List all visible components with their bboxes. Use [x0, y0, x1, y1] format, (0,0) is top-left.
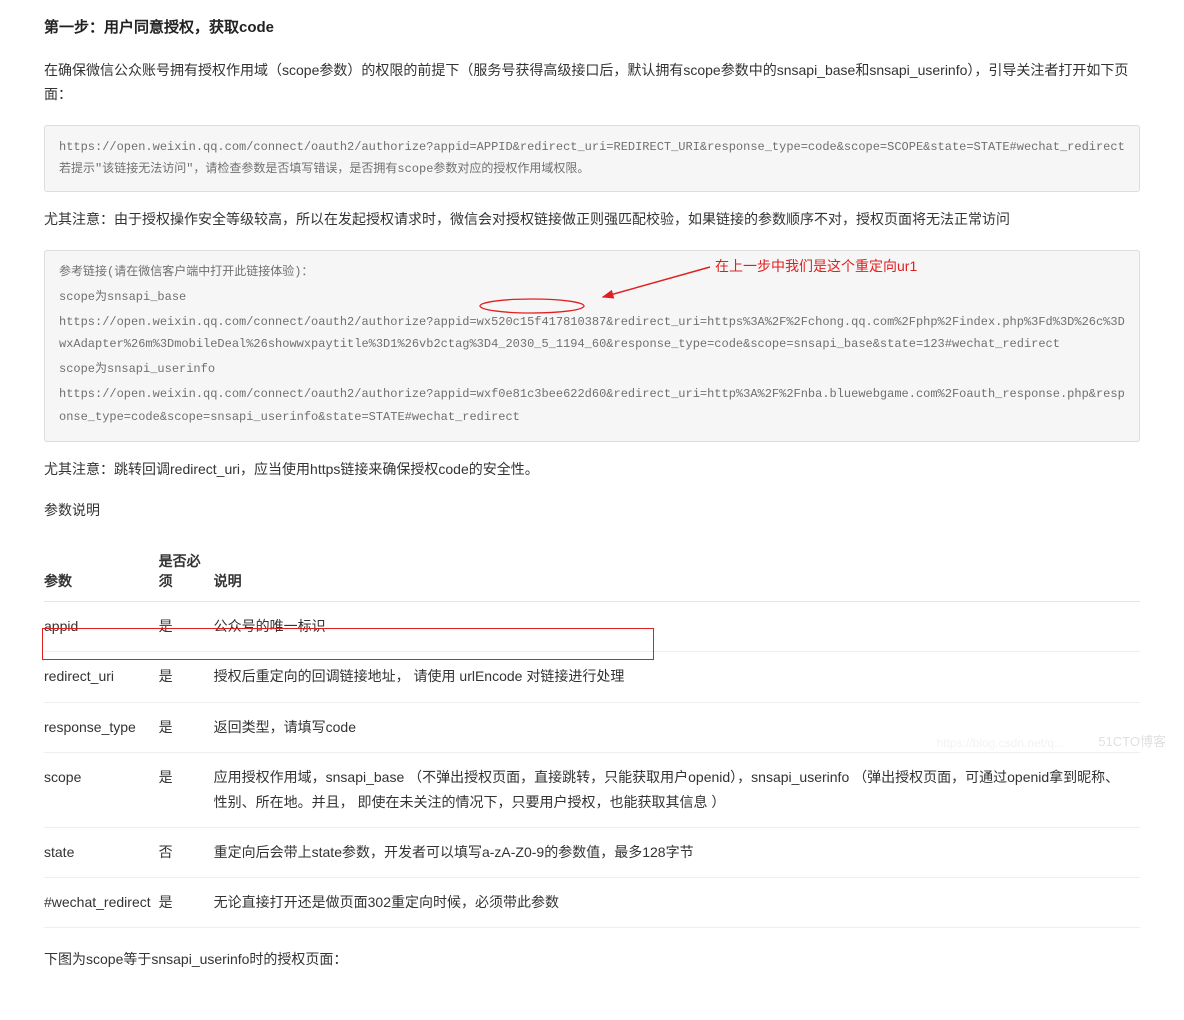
param-heading: 参数说明: [44, 499, 1140, 523]
table-row: scope 是 应用授权作用域，snsapi_base （不弹出授权页面，直接跳…: [44, 752, 1140, 827]
cell-param: redirect_uri: [44, 652, 159, 702]
th-desc: 说明: [214, 541, 1140, 602]
ref-line-url-base: https://open.weixin.qq.com/connect/oauth…: [59, 311, 1125, 357]
cell-param: #wechat_redirect: [44, 878, 159, 928]
step-title: 第一步：用户同意授权，获取code: [44, 16, 1140, 37]
table-row-highlighted: redirect_uri 是 授权后重定向的回调链接地址， 请使用 urlEnc…: [44, 652, 1140, 702]
cell-required: 否: [159, 828, 214, 878]
cell-required: 是: [159, 702, 214, 752]
cell-required: 是: [159, 752, 214, 827]
th-required: 是否必须: [159, 541, 214, 602]
cell-required: 是: [159, 652, 214, 702]
watermark-url: https://blog.csdn.net/q...: [937, 736, 1064, 750]
cell-desc: 重定向后会带上state参数，开发者可以填写a-zA-Z0-9的参数值，最多12…: [214, 828, 1140, 878]
cell-desc: 应用授权作用域，snsapi_base （不弹出授权页面，直接跳转，只能获取用户…: [214, 752, 1140, 827]
table-row: state 否 重定向后会带上state参数，开发者可以填写a-zA-Z0-9的…: [44, 828, 1140, 878]
cell-desc: 授权后重定向的回调链接地址， 请使用 urlEncode 对链接进行处理: [214, 652, 1140, 702]
param-table: 参数 是否必须 说明 appid 是 公众号的唯一标识 redirect_uri…: [44, 541, 1140, 928]
th-param: 参数: [44, 541, 159, 602]
ref-line-url-userinfo: https://open.weixin.qq.com/connect/oauth…: [59, 383, 1125, 429]
ref-line-scope-base: scope为snsapi_base: [59, 286, 1125, 309]
cell-param: scope: [44, 752, 159, 827]
watermark-logo: 51CTO博客: [1098, 731, 1166, 750]
table-row: appid 是 公众号的唯一标识: [44, 602, 1140, 652]
cell-desc: 公众号的唯一标识: [214, 602, 1140, 652]
intro-paragraph: 在确保微信公众账号拥有授权作用域（scope参数）的权限的前提下（服务号获得高级…: [44, 59, 1140, 107]
code-block-reference-links: 参考链接(请在微信客户端中打开此链接体验)： scope为snsapi_base…: [44, 250, 1140, 442]
bottom-paragraph: 下图为scope等于snsapi_userinfo时的授权页面：: [44, 948, 1140, 972]
note-https: 尤其注意：跳转回调redirect_uri，应当使用https链接来确保授权co…: [44, 458, 1140, 482]
param-table-wrap: 参数 是否必须 说明 appid 是 公众号的唯一标识 redirect_uri…: [44, 541, 1140, 928]
code-block-authorize-url: https://open.weixin.qq.com/connect/oauth…: [44, 125, 1140, 193]
cell-param: response_type: [44, 702, 159, 752]
note-strict-match: 尤其注意：由于授权操作安全等级较高，所以在发起授权请求时，微信会对授权链接做正则…: [44, 208, 1140, 232]
ref-line-scope-userinfo: scope为snsapi_userinfo: [59, 358, 1125, 381]
cell-required: 是: [159, 602, 214, 652]
ref-line-intro: 参考链接(请在微信客户端中打开此链接体验)：: [59, 261, 1125, 284]
table-row: #wechat_redirect 是 无论直接打开还是做页面302重定向时候，必…: [44, 878, 1140, 928]
cell-desc: 无论直接打开还是做页面302重定向时候，必须带此参数: [214, 878, 1140, 928]
cell-param: state: [44, 828, 159, 878]
cell-param: appid: [44, 602, 159, 652]
cell-required: 是: [159, 878, 214, 928]
